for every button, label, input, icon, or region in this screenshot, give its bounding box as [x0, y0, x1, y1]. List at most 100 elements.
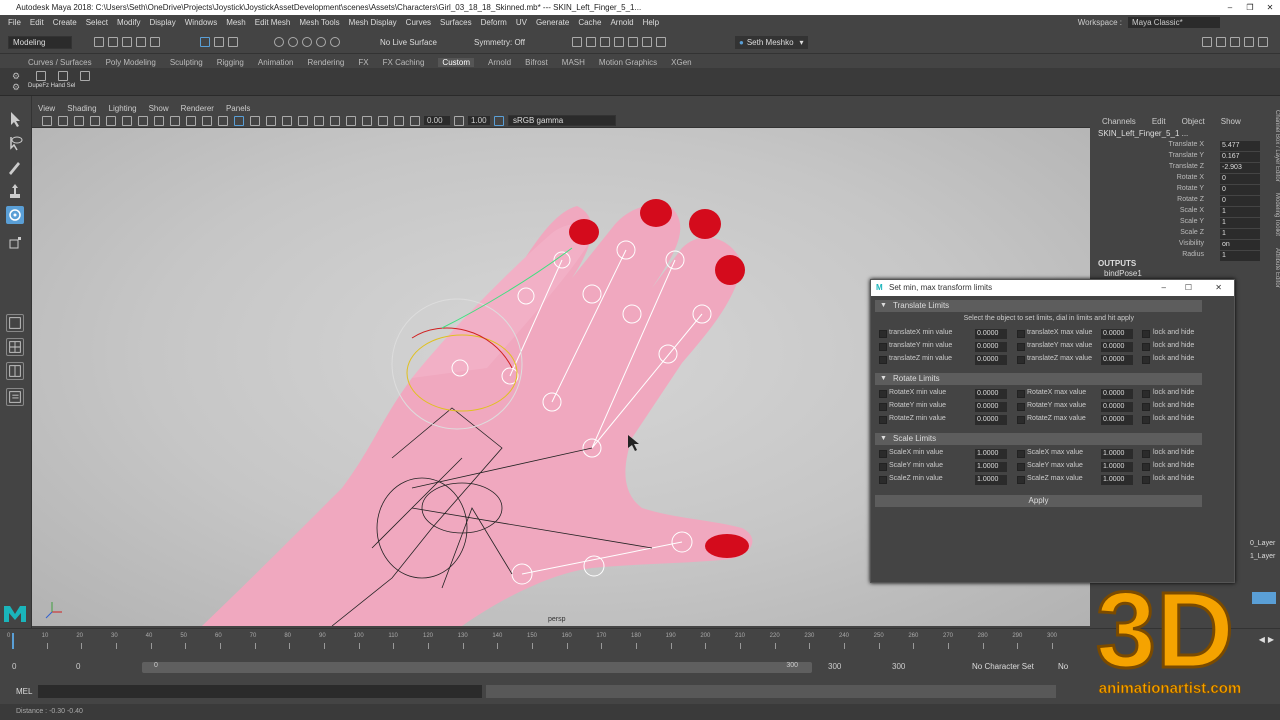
max-field[interactable]: 1.0000	[1101, 475, 1133, 485]
channelbox-tab-object[interactable]: Object	[1182, 117, 1205, 126]
attr-scale-x[interactable]: Scale X 1	[1092, 207, 1280, 218]
attr-value[interactable]: 0	[1220, 174, 1260, 184]
channelbox-object-name[interactable]: SKIN_Left_Finger_5_1 ...	[1098, 129, 1188, 138]
shelf-button-2-icon[interactable]	[58, 71, 68, 81]
motion-blur-icon[interactable]	[330, 115, 340, 126]
max-enable-checkbox[interactable]	[1017, 463, 1025, 471]
attr-value[interactable]: 1	[1220, 218, 1260, 228]
four-pane-layout-icon[interactable]	[6, 338, 24, 356]
minimize-icon[interactable]: –	[1220, 0, 1240, 15]
menu-select[interactable]: Select	[86, 18, 108, 27]
attr-value[interactable]: 1	[1220, 229, 1260, 239]
min-field[interactable]: 1.0000	[975, 462, 1007, 472]
end-time-field[interactable]: 300	[892, 662, 905, 671]
select-hierarchy-icon[interactable]	[200, 37, 210, 47]
attr-translate-x[interactable]: Translate X 5.477	[1092, 141, 1280, 152]
render-settings-icon[interactable]	[614, 37, 624, 47]
lock-checkbox[interactable]	[1142, 403, 1150, 411]
outputs-item[interactable]: bindPose1	[1104, 269, 1142, 278]
anti-aliasing-icon[interactable]	[346, 115, 356, 126]
channelbox-tab-show[interactable]: Show	[1221, 117, 1241, 126]
anim-layer-dropdown[interactable]: No	[1058, 662, 1068, 671]
vp-menu-shading[interactable]: Shading	[67, 104, 96, 113]
attr-rotate-z[interactable]: Rotate Z 0	[1092, 196, 1280, 207]
attr-value[interactable]: 0	[1220, 185, 1260, 195]
two-pane-layout-icon[interactable]	[6, 362, 24, 380]
apply-button[interactable]: Apply	[875, 495, 1202, 507]
side-tab-attribute-editor[interactable]: Attribute Editor	[1274, 248, 1280, 288]
save-scene-icon[interactable]	[122, 37, 132, 47]
lock-checkbox[interactable]	[1142, 450, 1150, 458]
safe-action-icon[interactable]	[186, 115, 196, 126]
attr-value[interactable]: 0	[1220, 196, 1260, 206]
vp-menu-lighting[interactable]: Lighting	[109, 104, 137, 113]
camera-select-icon[interactable]	[42, 115, 52, 126]
attr-rotate-x[interactable]: Rotate X 0	[1092, 174, 1280, 185]
wireframe-on-shaded-icon[interactable]	[250, 115, 260, 126]
ambient-occlusion-icon[interactable]	[314, 115, 324, 126]
render-view-icon[interactable]	[572, 37, 582, 47]
redo-icon[interactable]	[150, 37, 160, 47]
shelf-tab-bifrost[interactable]: Bifrost	[525, 58, 548, 67]
max-enable-checkbox[interactable]	[1017, 330, 1025, 338]
image-plane-icon[interactable]	[90, 115, 100, 126]
menu-arnold[interactable]: Arnold	[610, 18, 633, 27]
attr-value[interactable]: -2.903	[1220, 163, 1260, 173]
max-field[interactable]: 1.0000	[1101, 449, 1133, 459]
section-scale-limits[interactable]: ▼ Scale Limits	[875, 433, 1202, 445]
shelf-tab-rigging[interactable]: Rigging	[217, 58, 244, 67]
film-gate-icon[interactable]	[122, 115, 132, 126]
layer-item-1[interactable]: 1_Layer	[1250, 553, 1275, 560]
attr-value[interactable]: 0.167	[1220, 152, 1260, 162]
max-field[interactable]: 0.0000	[1101, 389, 1133, 399]
shelf-tab-animation[interactable]: Animation	[258, 58, 294, 67]
shelf-tab-custom[interactable]: Custom	[438, 57, 474, 67]
shelf-button-label[interactable]: DupeFz Hand Sel	[28, 83, 75, 89]
move-tool-icon[interactable]	[6, 182, 24, 200]
character-set-dropdown[interactable]: No Character Set	[972, 662, 1034, 671]
shelf-button-1-icon[interactable]	[36, 71, 46, 81]
shelf-tab-sculpting[interactable]: Sculpting	[170, 58, 203, 67]
start-time-field[interactable]: 0	[12, 662, 16, 671]
attr-visibility[interactable]: Visibility on	[1092, 240, 1280, 251]
mode-dropdown[interactable]: Modeling	[8, 36, 72, 49]
smooth-shade-icon[interactable]	[234, 115, 244, 126]
section-translate-limits[interactable]: ▼ Translate Limits	[875, 300, 1202, 312]
menu-windows[interactable]: Windows	[185, 18, 217, 27]
max-enable-checkbox[interactable]	[1017, 390, 1025, 398]
render-frame-icon[interactable]	[586, 37, 596, 47]
menu-edit-mesh[interactable]: Edit Mesh	[255, 18, 291, 27]
channelbox-tab-channels[interactable]: Channels	[1102, 117, 1136, 126]
play-forward-icon[interactable]: ▶	[1268, 635, 1274, 644]
select-tool-icon[interactable]	[6, 110, 24, 128]
gamma-field[interactable]: 1.00	[468, 116, 490, 125]
min-field[interactable]: 1.0000	[975, 475, 1007, 485]
field-chart-icon[interactable]	[170, 115, 180, 126]
vp-menu-renderer[interactable]: Renderer	[181, 104, 214, 113]
max-field[interactable]: 1.0000	[1101, 462, 1133, 472]
max-field[interactable]: 0.0000	[1101, 415, 1133, 425]
wireframe-icon[interactable]	[218, 115, 228, 126]
vp-menu-view[interactable]: View	[38, 104, 55, 113]
attr-translate-y[interactable]: Translate Y 0.167	[1092, 152, 1280, 163]
user-account[interactable]: ● Seth Meshko ▾	[735, 36, 808, 49]
hypershade-icon[interactable]	[628, 37, 638, 47]
range-end-field[interactable]: 300	[828, 662, 841, 671]
attr-scale-z[interactable]: Scale Z 1	[1092, 229, 1280, 240]
resolution-gate-icon[interactable]	[138, 115, 148, 126]
exposure-icon[interactable]	[410, 115, 420, 126]
min-enable-checkbox[interactable]	[879, 416, 887, 424]
dialog-maximize-icon[interactable]: ☐	[1185, 280, 1192, 296]
current-frame-marker[interactable]	[12, 633, 14, 649]
dialog-close-icon[interactable]: ✕	[1215, 280, 1222, 296]
dialog-minimize-icon[interactable]: –	[1162, 280, 1166, 296]
textured-icon[interactable]	[266, 115, 276, 126]
shelf-tab-fx[interactable]: FX	[358, 58, 368, 67]
cmd-language[interactable]: MEL	[16, 687, 32, 696]
attribute-editor-icon[interactable]	[1216, 37, 1226, 47]
timeline-ruler[interactable]: 0 10 20 30 40 50 60 70 80 90 100 110 120 130 140 150 160…	[7, 633, 1057, 649]
menu-help[interactable]: Help	[643, 18, 659, 27]
min-enable-checkbox[interactable]	[879, 450, 887, 458]
single-pane-layout-icon[interactable]	[6, 314, 24, 332]
min-field[interactable]: 0.0000	[975, 402, 1007, 412]
